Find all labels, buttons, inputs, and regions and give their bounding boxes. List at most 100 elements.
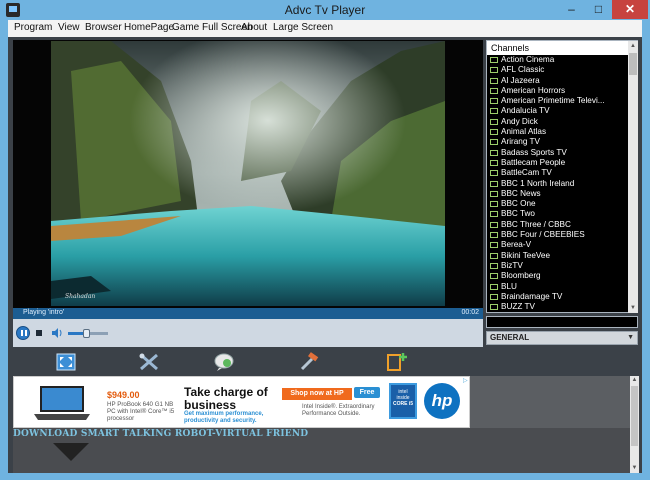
menu-browser[interactable]: Browser [85, 22, 122, 33]
channel-item[interactable]: Andy Dick [487, 117, 628, 127]
menu-program[interactable]: Program [14, 22, 52, 33]
laptop-image [34, 386, 90, 420]
advertisement-banner[interactable]: ▷ $949.00 HP ProBook 640 G1 NB PC with I… [13, 376, 470, 428]
scrollbar-thumb[interactable] [629, 53, 637, 75]
menu-bar: Program View Browser HomePage Game Full … [8, 20, 642, 37]
channel-item[interactable]: American Primetime Televi... [487, 96, 628, 106]
channel-list-header: Channels [487, 41, 628, 55]
channel-name: AFL Classic [501, 65, 545, 75]
volume-slider[interactable] [68, 329, 108, 338]
promo-banner-text[interactable]: DOWNLOAD SMART TALKING ROBOT-VIRTUAL FRI… [13, 429, 308, 439]
ad-headline: Take charge of business [184, 385, 268, 412]
genre-select-value: GENERAL [490, 333, 530, 342]
landscape-image [51, 41, 445, 306]
stop-button[interactable] [36, 330, 42, 336]
channel-folder-icon [490, 57, 498, 63]
close-button[interactable]: ✕ [612, 0, 648, 19]
scroll-up-icon[interactable]: ▲ [630, 376, 639, 385]
channel-item[interactable]: Andalucia TV [487, 106, 628, 116]
channel-folder-icon [490, 149, 498, 156]
channel-name: Badass Sports TV [501, 147, 567, 157]
scroll-down-icon[interactable]: ▼ [628, 303, 638, 313]
channel-item[interactable]: BattleCam TV [487, 168, 628, 178]
channel-name: Action Cinema [501, 55, 555, 64]
channel-name: Braindamage TV [501, 291, 563, 301]
channel-list-scrollbar[interactable]: ▲ ▼ [628, 41, 638, 313]
channel-name: BBC News [501, 188, 541, 198]
channel-item[interactable]: Braindamage TV [487, 292, 628, 302]
channel-name: Battlecam People [501, 157, 566, 167]
channel-item[interactable]: BBC Three / CBBC [487, 220, 628, 230]
scrollbar-thumb[interactable] [631, 386, 638, 446]
channel-folder-icon [490, 180, 498, 187]
channel-item[interactable]: Battlecam People [487, 158, 628, 168]
menu-homepage[interactable]: HomePage [124, 22, 174, 33]
app-window: Advc Tv Player – □ ✕ Program View Browse… [0, 0, 650, 480]
channel-item[interactable]: Al Jazeera [487, 76, 628, 86]
ad-price: $949.00 [107, 390, 140, 400]
channel-item[interactable]: BBC 1 North Ireland [487, 179, 628, 189]
volume-icon[interactable] [51, 326, 65, 340]
maximize-button[interactable]: □ [585, 0, 612, 19]
channel-item[interactable]: Bloomberg [487, 271, 628, 281]
menu-about[interactable]: About [241, 22, 267, 33]
minimize-button[interactable]: – [558, 0, 585, 19]
channel-item[interactable]: BBC Two [487, 209, 628, 219]
bottom-toolbar [8, 347, 642, 375]
channel-item[interactable]: BBC Four / CBEEBIES [487, 230, 628, 240]
intel-inside-badge: intel inside CORE i5 [389, 383, 417, 419]
channel-item[interactable]: BizTV [487, 261, 628, 271]
ad-area-scrollbar[interactable]: ▲ ▼ [630, 376, 639, 473]
channel-item[interactable]: BBC One [487, 199, 628, 209]
channel-item[interactable]: Bikini TeeVee [487, 251, 628, 261]
menu-view[interactable]: View [58, 22, 80, 33]
channel-item[interactable]: Berea-V [487, 240, 628, 250]
channel-folder-icon [490, 190, 498, 197]
promo-banner[interactable]: DOWNLOAD SMART TALKING ROBOT-VIRTUAL FRI… [13, 428, 630, 473]
channel-name: BBC Two [501, 209, 535, 219]
channel-item[interactable]: Animal Atlas [487, 127, 628, 137]
genre-select[interactable]: GENERAL ▼ [486, 331, 638, 345]
channel-name: BLU [501, 281, 517, 291]
title-bar[interactable]: Advc Tv Player – □ ✕ [0, 0, 650, 20]
channel-name: BBC One [501, 199, 536, 209]
pause-button[interactable] [16, 326, 30, 340]
fullscreen-button[interactable] [55, 352, 77, 372]
player-controls [13, 319, 483, 347]
channel-folder-icon [490, 304, 498, 311]
scroll-down-icon[interactable]: ▼ [630, 464, 639, 473]
add-channel-button[interactable] [386, 352, 408, 372]
channel-search-field[interactable] [486, 316, 638, 328]
channel-name: BizTV [501, 260, 523, 270]
window-title: Advc Tv Player [284, 3, 366, 17]
channel-item[interactable]: AFL Classic [487, 65, 628, 75]
scroll-up-icon[interactable]: ▲ [628, 41, 638, 51]
volume-slider-handle[interactable] [83, 329, 90, 338]
channel-folder-icon [490, 67, 498, 74]
channel-folder-icon [490, 139, 498, 146]
channel-folder-icon [490, 108, 498, 115]
channel-name: American Primetime Televi... [501, 96, 605, 106]
chat-button[interactable] [213, 352, 235, 372]
channel-item[interactable]: Arirang TV [487, 137, 628, 147]
shop-now-button[interactable]: Shop now at HP [282, 388, 352, 400]
channel-folder-icon [490, 242, 498, 249]
banner-pull-tab[interactable] [53, 443, 89, 461]
settings-button[interactable] [298, 352, 320, 372]
tools-button[interactable] [138, 352, 160, 372]
channel-item[interactable]: American Horrors [487, 86, 628, 96]
add-channel-icon [387, 353, 407, 371]
channel-item[interactable]: BUZZ TV [487, 302, 628, 312]
channel-item[interactable]: Action Cinema [487, 55, 628, 65]
channel-item[interactable]: Badass Sports TV [487, 148, 628, 158]
channel-folder-icon [490, 77, 498, 84]
intel-badge-line3: CORE i5 [392, 401, 413, 407]
channel-name: Arirang TV [501, 137, 540, 147]
playback-time: 00:02 [461, 309, 479, 316]
channel-folder-icon [490, 129, 498, 136]
channel-name: Bloomberg [501, 271, 541, 281]
channel-name: BattleCam TV [501, 168, 552, 178]
channel-item[interactable]: BLU [487, 282, 628, 292]
channel-item[interactable]: BBC News [487, 189, 628, 199]
menu-large-screen[interactable]: Large Screen [273, 22, 333, 33]
